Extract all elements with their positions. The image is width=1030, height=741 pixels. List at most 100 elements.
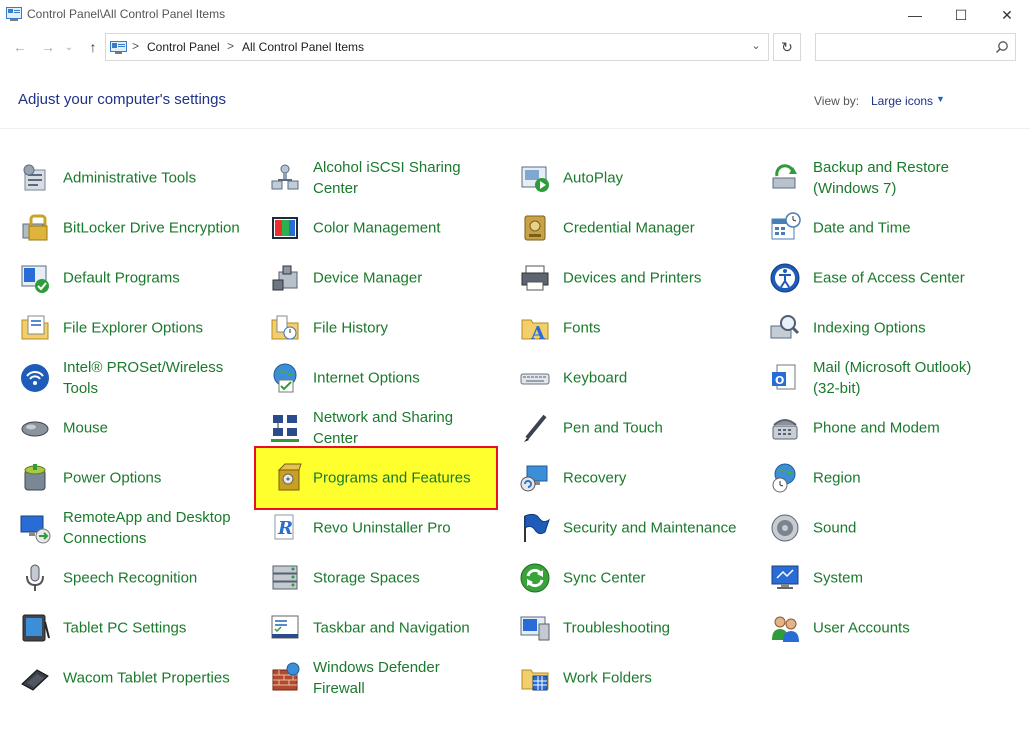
control-panel-item-backup-and-restore-windows-7[interactable]: Backup and Restore (Windows 7) bbox=[750, 155, 995, 201]
control-panel-item-alcohol-iscsi-sharing-center[interactable]: Alcohol iSCSI Sharing Center bbox=[250, 155, 495, 201]
control-panel-item-taskbar-and-navigation[interactable]: Taskbar and Navigation bbox=[250, 605, 495, 651]
item-label: Work Folders bbox=[563, 669, 652, 687]
sync-icon bbox=[520, 563, 550, 593]
firewall-icon bbox=[272, 662, 300, 691]
item-label: Credential Manager bbox=[563, 219, 695, 237]
svg-text:O: O bbox=[775, 374, 784, 387]
control-panel-item-security-and-maintenance[interactable]: Security and Maintenance bbox=[500, 505, 745, 551]
item-label: Mail (Microsoft Outlook) (32-bit) bbox=[813, 359, 972, 397]
control-panel-item-remoteapp-and-desktop-connections[interactable]: RemoteApp and Desktop Connections bbox=[0, 505, 245, 551]
item-label: Revo Uninstaller Pro bbox=[313, 519, 451, 537]
page-title: Adjust your computer's settings bbox=[18, 91, 226, 108]
search-box[interactable] bbox=[815, 33, 1016, 61]
item-label: Storage Spaces bbox=[313, 569, 420, 587]
internet-options-icon bbox=[273, 363, 297, 393]
item-label: Wacom Tablet Properties bbox=[63, 669, 230, 687]
pen-icon bbox=[524, 414, 547, 442]
phone-icon bbox=[772, 419, 798, 440]
control-panel-item-region[interactable]: Region bbox=[750, 455, 995, 501]
navigation-bar: ← → ⌄ ↑ > Control Panel > All Control Pa… bbox=[0, 30, 1030, 64]
control-panel-item-indexing-options[interactable]: Indexing Options bbox=[750, 305, 995, 351]
control-panel-item-device-manager[interactable]: Device Manager bbox=[250, 255, 495, 301]
recent-locations-button[interactable]: ⌄ bbox=[62, 36, 76, 58]
divider bbox=[0, 128, 1030, 129]
control-panel-item-default-programs[interactable]: Default Programs bbox=[0, 255, 245, 301]
breadcrumb-separator: > bbox=[132, 39, 140, 53]
address-bar[interactable]: > Control Panel > All Control Panel Item… bbox=[105, 33, 769, 61]
item-label: AutoPlay bbox=[563, 169, 624, 187]
control-panel-item-file-history[interactable]: File History bbox=[250, 305, 495, 351]
control-panel-item-pen-and-touch[interactable]: Pen and Touch bbox=[500, 405, 745, 451]
control-panel-item-ease-of-access-center[interactable]: Ease of Access Center bbox=[750, 255, 995, 301]
control-panel-item-mail-microsoft-outlook-32-bit[interactable]: O Mail (Microsoft Outlook) (32-bit) bbox=[750, 355, 995, 401]
control-panel-item-system[interactable]: System bbox=[750, 555, 995, 601]
control-panel-item-date-and-time[interactable]: Date and Time bbox=[750, 205, 995, 251]
control-panel-item-wacom-tablet-properties[interactable]: Wacom Tablet Properties bbox=[0, 655, 245, 701]
item-label: RemoteApp and Desktop Connections bbox=[63, 509, 231, 547]
control-panel-item-sound[interactable]: Sound bbox=[750, 505, 995, 551]
control-panel-item-fonts[interactable]: A Fonts bbox=[500, 305, 745, 351]
minimize-button[interactable]: — bbox=[892, 0, 938, 30]
svg-text:A: A bbox=[530, 323, 546, 344]
control-panel-item-recovery[interactable]: Recovery bbox=[500, 455, 745, 501]
item-label: Alcohol iSCSI Sharing Center bbox=[313, 159, 461, 197]
title-bar: Control Panel\All Control Panel Items — … bbox=[0, 0, 1030, 30]
control-panel-item-troubleshooting[interactable]: Troubleshooting bbox=[500, 605, 745, 651]
control-panel-item-administrative-tools[interactable]: Administrative Tools bbox=[0, 155, 245, 201]
recovery-icon bbox=[520, 465, 548, 492]
control-panel-item-tablet-pc-settings[interactable]: Tablet PC Settings bbox=[0, 605, 245, 651]
item-label: BitLocker Drive Encryption bbox=[63, 219, 240, 237]
control-panel-item-user-accounts[interactable]: User Accounts bbox=[750, 605, 995, 651]
control-panel-item-internet-options[interactable]: Internet Options bbox=[250, 355, 495, 401]
autoplay-icon bbox=[521, 166, 549, 192]
item-label: Internet Options bbox=[313, 369, 420, 387]
item-label: Security and Maintenance bbox=[563, 519, 737, 537]
backup-icon bbox=[772, 164, 797, 189]
breadcrumb-all-items[interactable]: All Control Panel Items bbox=[242, 40, 364, 54]
control-panel-item-devices-and-printers[interactable]: Devices and Printers bbox=[500, 255, 745, 301]
iscsi-icon bbox=[271, 164, 299, 190]
item-label: Default Programs bbox=[63, 269, 180, 287]
network-icon bbox=[271, 415, 299, 442]
control-panel-item-sync-center[interactable]: Sync Center bbox=[500, 555, 745, 601]
close-icon: ✕ bbox=[1001, 6, 1013, 23]
forward-button[interactable]: → bbox=[38, 36, 58, 58]
control-panel-item-programs-and-features[interactable]: Programs and Features bbox=[254, 446, 498, 510]
mail-icon: O bbox=[772, 364, 796, 390]
bitlocker-icon bbox=[22, 214, 48, 241]
breadcrumb-control-panel[interactable]: Control Panel bbox=[147, 40, 220, 54]
close-button[interactable]: ✕ bbox=[984, 0, 1030, 30]
forward-arrow-icon: → bbox=[41, 39, 55, 55]
view-by-dropdown[interactable]: Large icons bbox=[871, 94, 933, 108]
item-label: Intel® PROSet/Wireless Tools bbox=[63, 359, 224, 397]
control-panel-item-color-management[interactable]: Color Management bbox=[250, 205, 495, 251]
control-panel-item-mouse[interactable]: Mouse bbox=[0, 405, 245, 451]
control-panel-item-keyboard[interactable]: Keyboard bbox=[500, 355, 745, 401]
item-label: Sync Center bbox=[563, 569, 646, 587]
up-button[interactable]: ↑ bbox=[83, 36, 103, 58]
control-panel-item-work-folders[interactable]: Work Folders bbox=[500, 655, 745, 701]
control-panel-item-intel-proset-wireless-tools[interactable]: Intel® PROSet/Wireless Tools bbox=[0, 355, 245, 401]
search-input[interactable] bbox=[820, 38, 990, 56]
control-panel-item-bitlocker-drive-encryption[interactable]: BitLocker Drive Encryption bbox=[0, 205, 245, 251]
control-panel-item-credential-manager[interactable]: Credential Manager bbox=[500, 205, 745, 251]
back-button[interactable]: ← bbox=[10, 36, 30, 58]
refresh-button[interactable]: ↻ bbox=[773, 33, 801, 61]
control-panel-item-revo-uninstaller-pro[interactable]: R Revo Uninstaller Pro bbox=[250, 505, 495, 551]
view-by-arrow-icon[interactable]: ▼ bbox=[936, 94, 945, 104]
item-label: Sound bbox=[813, 519, 857, 537]
control-panel-item-phone-and-modem[interactable]: Phone and Modem bbox=[750, 405, 995, 451]
control-panel-item-storage-spaces[interactable]: Storage Spaces bbox=[250, 555, 495, 601]
control-panel-item-speech-recognition[interactable]: Speech Recognition bbox=[0, 555, 245, 601]
control-panel-item-autoplay[interactable]: AutoPlay bbox=[500, 155, 745, 201]
control-panel-item-file-explorer-options[interactable]: File Explorer Options bbox=[0, 305, 245, 351]
control-panel-item-windows-defender-firewall[interactable]: Windows Defender Firewall bbox=[250, 655, 495, 701]
control-panel-item-network-and-sharing-center[interactable]: Network and Sharing Center bbox=[250, 405, 495, 451]
control-panel-item-power-options[interactable]: Power Options bbox=[0, 455, 245, 501]
color-management-icon bbox=[272, 217, 298, 239]
address-dropdown-icon[interactable]: ⌄ bbox=[748, 39, 764, 55]
speaker-icon bbox=[771, 514, 799, 542]
item-label: Troubleshooting bbox=[563, 619, 671, 637]
maximize-button[interactable]: ☐ bbox=[938, 0, 984, 30]
indexing-icon bbox=[770, 315, 800, 339]
